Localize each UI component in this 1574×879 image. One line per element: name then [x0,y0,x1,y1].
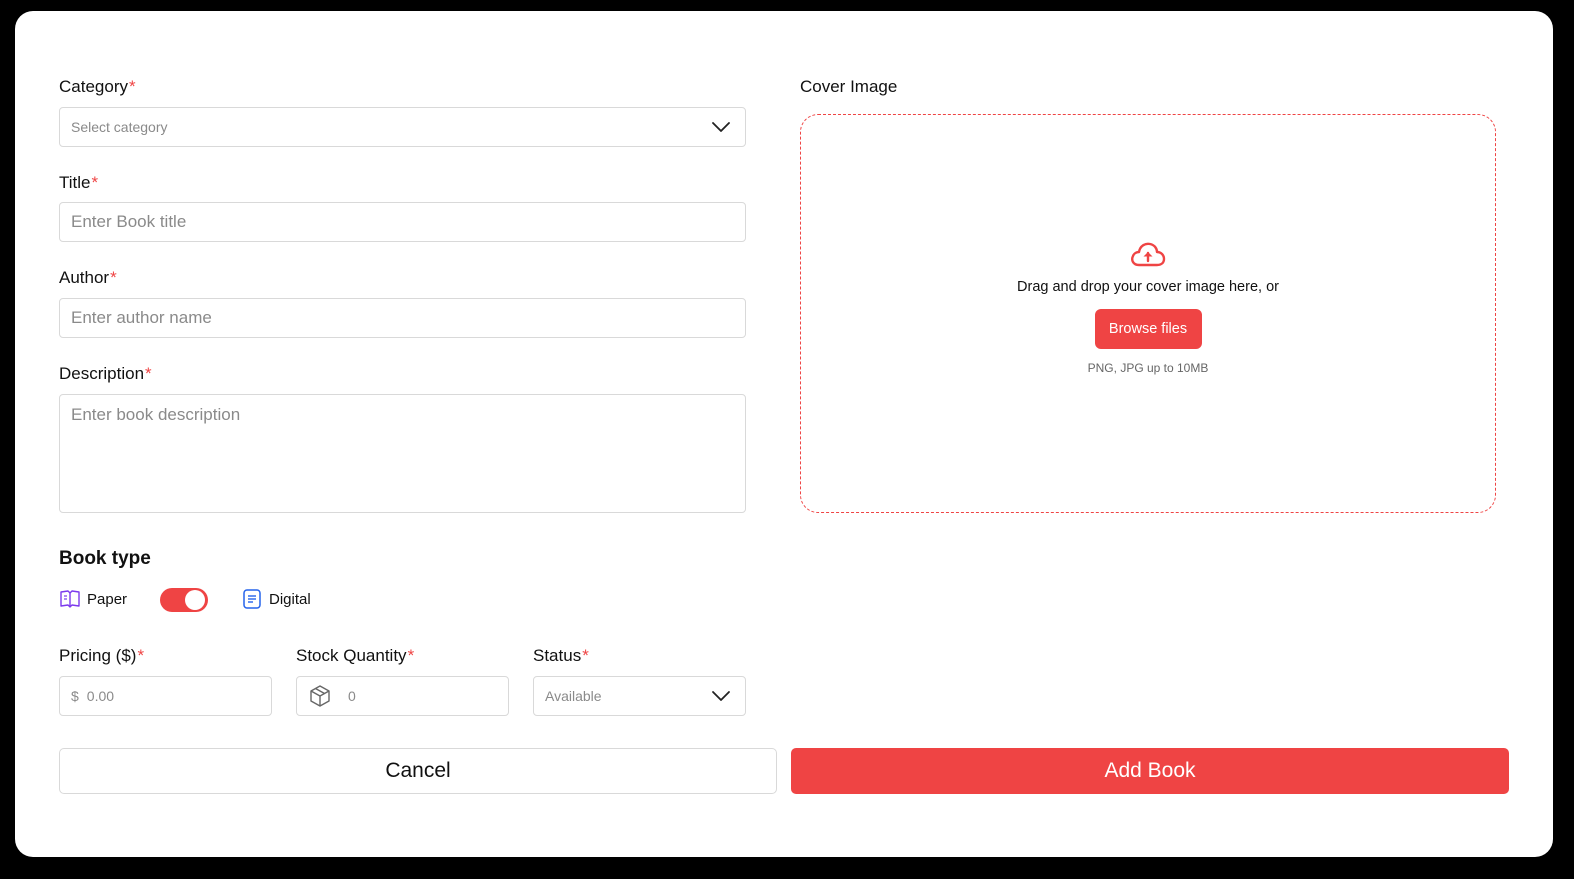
category-select[interactable]: Select category [59,107,746,147]
drop-instruction: Drag and drop your cover image here, or [1017,279,1279,295]
pricing-placeholder: 0.00 [86,688,115,704]
description-textarea[interactable]: Enter book description [59,394,746,513]
status-value: Available [545,688,602,704]
chevron-down-icon [712,691,730,701]
chevron-down-icon [712,122,730,132]
add-book-button[interactable]: Add Book [791,748,1509,794]
currency-prefix: $ [71,688,79,704]
box-icon [310,685,330,707]
document-icon [243,589,261,609]
description-placeholder: Enter book description [71,405,241,424]
author-input[interactable]: Enter author name [59,298,746,338]
paper-option[interactable]: Paper [59,588,127,610]
cloud-upload-icon [1131,242,1166,267]
book-open-icon [60,590,80,608]
cover-image-label: Cover Image [800,77,898,96]
stock-placeholder: 0 [348,688,356,704]
book-type-title: Book type [59,548,151,569]
author-label: Author* [59,268,117,287]
title-label: Title* [59,173,99,192]
digital-option[interactable]: Digital [241,588,311,610]
category-placeholder: Select category [71,119,168,135]
category-label: Category* [59,77,136,96]
title-placeholder: Enter Book title [71,212,187,231]
browse-files-button[interactable]: Browse files [1094,309,1202,349]
cover-dropzone[interactable]: Drag and drop your cover image here, or … [800,114,1496,513]
dropzone-content: Drag and drop your cover image here, or … [801,241,1495,375]
pricing-input[interactable]: $ 0.00 [59,676,272,716]
stock-input[interactable]: 0 [296,676,509,716]
status-label: Status* [533,646,589,665]
file-type-hint: PNG, JPG up to 10MB [1087,361,1209,375]
author-placeholder: Enter author name [71,308,212,327]
paper-label: Paper [87,590,128,608]
title-input[interactable]: Enter Book title [59,202,746,242]
book-type-toggle[interactable] [160,588,208,612]
toggle-knob [185,590,205,610]
add-book-form-card: Category* Select category Title* Enter B… [15,11,1553,857]
status-select[interactable]: Available [533,676,746,716]
pricing-label: Pricing ($)* [59,646,145,665]
digital-label: Digital [269,590,311,608]
stock-label: Stock Quantity* [296,646,415,665]
description-label: Description* [59,364,152,383]
cancel-button[interactable]: Cancel [59,748,777,794]
